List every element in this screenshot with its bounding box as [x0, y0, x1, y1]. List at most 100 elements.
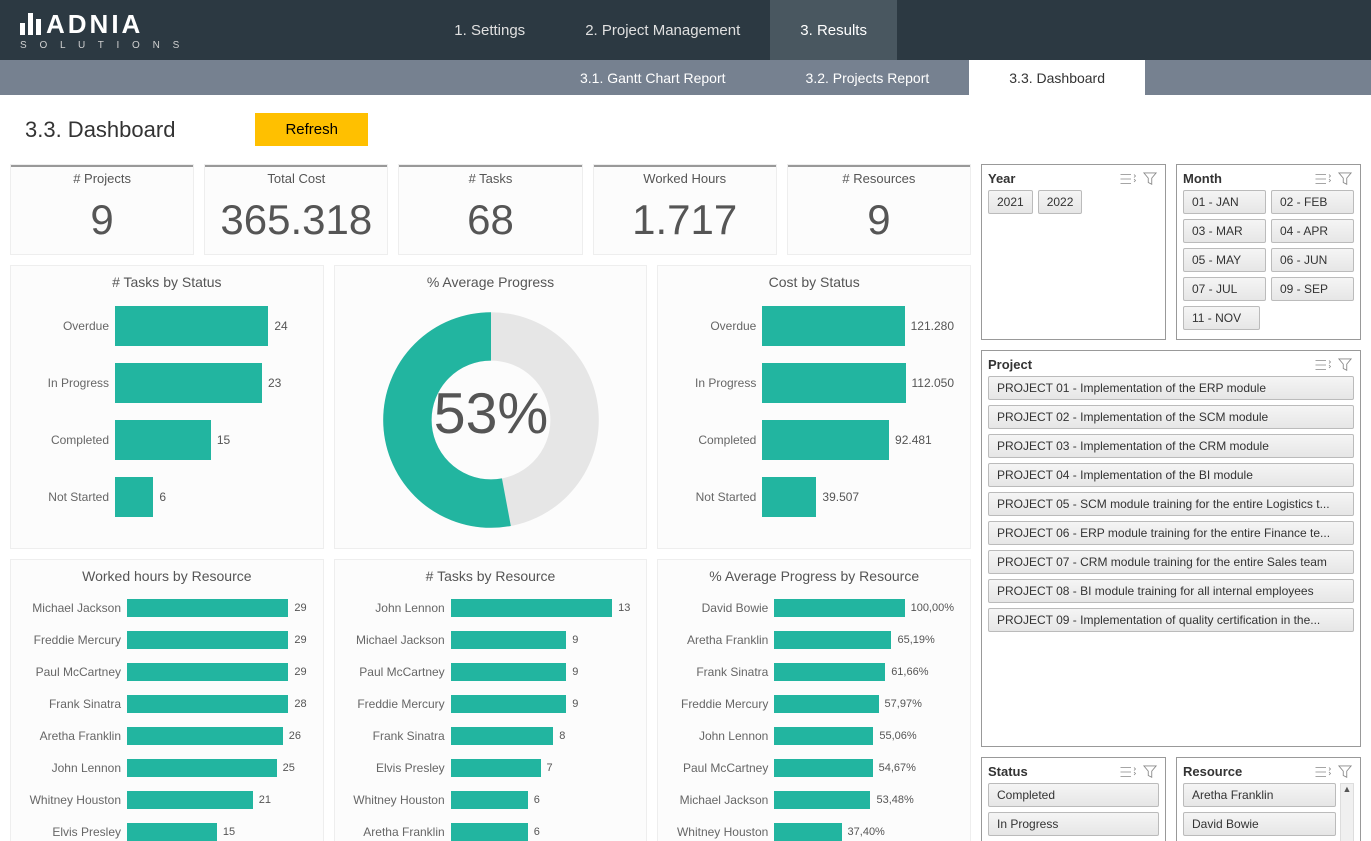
month-option[interactable]: 01 - JAN	[1183, 190, 1266, 214]
month-option[interactable]: 09 - SEP	[1271, 277, 1354, 301]
status-option[interactable]: Completed	[988, 783, 1159, 807]
chart-cost-by-status: Cost by Status Overdue121.280In Progress…	[657, 265, 971, 549]
bar-value: 57,97%	[885, 698, 922, 710]
filter-icon[interactable]	[1336, 765, 1354, 779]
filter-icon[interactable]	[1141, 765, 1159, 779]
bar-fill	[774, 727, 873, 745]
nav-results[interactable]: 3. Results	[770, 0, 897, 60]
project-option[interactable]: PROJECT 04 - Implementation of the BI mo…	[988, 463, 1354, 487]
bar-row: Paul McCartney9	[351, 658, 631, 685]
month-option[interactable]: 11 - NOV	[1183, 306, 1260, 330]
month-option[interactable]: 07 - JUL	[1183, 277, 1266, 301]
resource-option[interactable]: David Bowie	[1183, 812, 1336, 836]
top-bar: ADNIA S O L U T I O N S 1. Settings 2. P…	[0, 0, 1371, 60]
nav-settings[interactable]: 1. Settings	[424, 0, 555, 60]
bar-value: 23	[268, 376, 281, 390]
multiselect-icon[interactable]	[1314, 172, 1332, 186]
year-option[interactable]: 2021	[988, 190, 1033, 214]
multiselect-icon[interactable]	[1314, 765, 1332, 779]
project-option[interactable]: PROJECT 01 - Implementation of the ERP m…	[988, 376, 1354, 400]
bar-fill	[127, 823, 217, 841]
bar-fill	[127, 727, 283, 745]
bar-label: Freddie Mercury	[351, 697, 451, 711]
status-option[interactable]: In Progress	[988, 812, 1159, 836]
bar-value: 112.050	[912, 376, 955, 390]
scroll-up-icon[interactable]: ▲	[1343, 784, 1352, 794]
month-option[interactable]: 06 - JUN	[1271, 248, 1354, 272]
refresh-button[interactable]: Refresh	[255, 113, 368, 146]
bar-row: John Lennon 13	[351, 594, 631, 621]
brand-logo: ADNIA S O L U T I O N S	[0, 9, 204, 51]
bar-row: Paul McCartney29	[27, 658, 307, 685]
bar-label: Overdue	[27, 319, 115, 333]
month-option[interactable]: 05 - MAY	[1183, 248, 1266, 272]
bar-value: 6	[534, 794, 540, 806]
bar-row: Frank Sinatra28	[27, 690, 307, 717]
filter-icon[interactable]	[1336, 172, 1354, 186]
bar-row: Whitney Houston6	[351, 786, 631, 813]
year-option[interactable]: 2022	[1038, 190, 1083, 214]
donut-center: 53%	[433, 382, 547, 446]
bar-value: 61,66%	[891, 666, 928, 678]
month-option[interactable]: 03 - MAR	[1183, 219, 1266, 243]
page-title: 3.3. Dashboard	[25, 117, 175, 143]
month-option[interactable]: 04 - APR	[1271, 219, 1354, 243]
multiselect-icon[interactable]	[1314, 358, 1332, 372]
bar-value: 39.507	[822, 490, 859, 504]
multiselect-icon[interactable]	[1119, 765, 1137, 779]
multiselect-icon[interactable]	[1119, 172, 1137, 186]
bar-fill	[451, 599, 612, 617]
bar-value: 53,48%	[876, 794, 913, 806]
project-option[interactable]: PROJECT 03 - Implementation of the CRM m…	[988, 434, 1354, 458]
slicer-project: Project PROJECT 01 - Implementation of t…	[981, 350, 1361, 747]
chart-tasks-by-status: # Tasks by Status Overdue24In Progress23…	[10, 265, 324, 549]
slicer-title: Resource	[1183, 764, 1242, 779]
bar-fill	[115, 363, 262, 403]
bar-row: Aretha Franklin26	[27, 722, 307, 749]
subnav-projects-report[interactable]: 3.2. Projects Report	[766, 60, 970, 95]
brand-name: ADNIA	[46, 9, 143, 40]
bar-fill	[774, 631, 891, 649]
kpi-label: # Resources	[788, 165, 970, 190]
bar-value: 13	[618, 602, 630, 614]
scrollbar[interactable]: ▲▼	[1340, 783, 1354, 841]
filter-icon[interactable]	[1336, 358, 1354, 372]
bar-fill	[451, 663, 567, 681]
bar-value: 6	[534, 826, 540, 838]
project-option[interactable]: PROJECT 02 - Implementation of the SCM m…	[988, 405, 1354, 429]
kpi-value: 1.717	[594, 190, 776, 254]
bar-row: Not Started39.507	[674, 471, 954, 523]
project-option[interactable]: PROJECT 05 - SCM module training for the…	[988, 492, 1354, 516]
bar-row: Not Started6	[27, 471, 307, 523]
project-option[interactable]: PROJECT 08 - BI module training for all …	[988, 579, 1354, 603]
month-option[interactable]: 02 - FEB	[1271, 190, 1354, 214]
bar-row: Frank Sinatra61,66%	[674, 658, 954, 685]
nav-project-management[interactable]: 2. Project Management	[555, 0, 770, 60]
bar-row: Frank Sinatra8	[351, 722, 631, 749]
bar-fill	[115, 420, 211, 460]
subnav-gantt[interactable]: 3.1. Gantt Chart Report	[540, 60, 766, 95]
project-option[interactable]: PROJECT 09 - Implementation of quality c…	[988, 608, 1354, 632]
kpi-hours: Worked Hours1.717	[593, 164, 777, 255]
bar-label: Aretha Franklin	[27, 729, 127, 743]
bar-row: Elvis Presley7	[351, 754, 631, 781]
bar-fill	[115, 477, 153, 517]
bar-value: 15	[217, 433, 230, 447]
subnav-dashboard[interactable]: 3.3. Dashboard	[969, 60, 1145, 95]
project-option[interactable]: PROJECT 07 - CRM module training for the…	[988, 550, 1354, 574]
resource-option[interactable]: Aretha Franklin	[1183, 783, 1336, 807]
bar-label: John Lennon	[351, 601, 451, 615]
bar-label: Frank Sinatra	[27, 697, 127, 711]
bar-label: In Progress	[27, 376, 115, 390]
filter-icon[interactable]	[1141, 172, 1159, 186]
slicer-year: Year 20212022	[981, 164, 1166, 340]
project-option[interactable]: PROJECT 06 - ERP module training for the…	[988, 521, 1354, 545]
bar-fill	[451, 695, 567, 713]
bar-fill	[762, 306, 904, 346]
kpi-resources: # Resources9	[787, 164, 971, 255]
chart-avg-progress: % Average Progress 53%	[334, 265, 648, 549]
bar-label: Frank Sinatra	[351, 729, 451, 743]
slicer-title: Month	[1183, 171, 1222, 186]
bar-label: Michael Jackson	[674, 793, 774, 807]
kpi-label: # Projects	[11, 165, 193, 190]
